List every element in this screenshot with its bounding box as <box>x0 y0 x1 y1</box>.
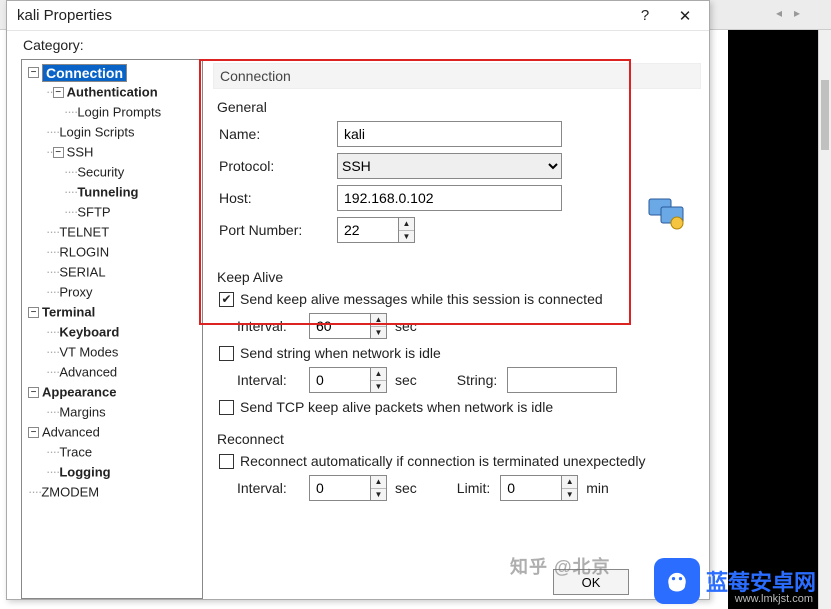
name-input[interactable] <box>337 121 562 147</box>
tree-ssh[interactable]: ··−SSH <box>22 142 202 162</box>
tree-connection[interactable]: −Connection <box>22 62 202 82</box>
reconnect-checkbox[interactable] <box>219 454 234 469</box>
window-title: kali Properties <box>17 7 625 24</box>
tree-sftp[interactable]: ····SFTP <box>22 202 202 222</box>
section-connection: Connection <box>213 63 701 89</box>
group-general: General <box>217 99 701 115</box>
spin-down-icon[interactable]: ▼ <box>399 231 414 243</box>
tree-serial[interactable]: ····SERIAL <box>22 262 202 282</box>
reconnect-interval-label: Interval: <box>219 480 309 496</box>
outer-scrollbar[interactable] <box>818 30 831 609</box>
tree-zmodem[interactable]: ····ZMODEM <box>22 482 202 502</box>
interval1-stepper[interactable]: ▲▼ <box>309 313 387 339</box>
content-pane: Connection General Name: Protocol: SSH H… <box>203 59 709 599</box>
protocol-label: Protocol: <box>219 158 337 174</box>
properties-dialog: kali Properties ? ✕ Category: −Connectio… <box>6 0 710 600</box>
string-label: String: <box>457 372 497 388</box>
tree-vtmodes[interactable]: ····VT Modes <box>22 342 202 362</box>
name-label: Name: <box>219 126 337 142</box>
tree-rlogin[interactable]: ····RLOGIN <box>22 242 202 262</box>
close-button[interactable]: ✕ <box>665 7 705 25</box>
port-label: Port Number: <box>219 222 337 238</box>
tree-login-prompts[interactable]: ····Login Prompts <box>22 102 202 122</box>
sendstring-label: Send string when network is idle <box>240 345 441 361</box>
port-stepper[interactable]: ▲▼ <box>337 217 415 243</box>
tree-appearance[interactable]: −Appearance <box>22 382 202 402</box>
tree-keyboard[interactable]: ····Keyboard <box>22 322 202 342</box>
spin-up-icon[interactable]: ▲ <box>399 218 414 231</box>
interval2-stepper[interactable]: ▲▼ <box>309 367 387 393</box>
brand-icon <box>654 558 700 604</box>
group-keepalive: Keep Alive <box>217 269 701 285</box>
sendstring-checkbox[interactable] <box>219 346 234 361</box>
interval1-label: Interval: <box>219 318 309 334</box>
tree-tunneling[interactable]: ····Tunneling <box>22 182 202 202</box>
session-icon <box>647 193 689 234</box>
tree-security[interactable]: ····Security <box>22 162 202 182</box>
reconnect-interval-stepper[interactable]: ▲▼ <box>309 475 387 501</box>
tcpkeepalive-label: Send TCP keep alive packets when network… <box>240 399 553 415</box>
tree-telnet[interactable]: ····TELNET <box>22 222 202 242</box>
reconnect-label: Reconnect automatically if connection is… <box>240 453 645 469</box>
tree-login-scripts[interactable]: ····Login Scripts <box>22 122 202 142</box>
limit-stepper[interactable]: ▲▼ <box>500 475 578 501</box>
interval2-label: Interval: <box>219 372 309 388</box>
tree-advanced-terminal[interactable]: ····Advanced <box>22 362 202 382</box>
tree-margins[interactable]: ····Margins <box>22 402 202 422</box>
host-input[interactable] <box>337 185 562 211</box>
tree-authentication[interactable]: ··−Authentication <box>22 82 202 102</box>
tree-trace[interactable]: ····Trace <box>22 442 202 462</box>
keepalive-label: Send keep alive messages while this sess… <box>240 291 603 307</box>
brand-url: www.lmkjst.com <box>735 593 813 605</box>
limit-label: Limit: <box>457 480 490 496</box>
category-label: Category: <box>7 31 709 59</box>
protocol-select[interactable]: SSH <box>337 153 562 179</box>
port-input[interactable] <box>338 218 398 242</box>
help-button[interactable]: ? <box>625 7 665 24</box>
group-reconnect: Reconnect <box>217 431 701 447</box>
tree-logging[interactable]: ····Logging <box>22 462 202 482</box>
tcpkeepalive-checkbox[interactable] <box>219 400 234 415</box>
keepalive-checkbox[interactable]: ✔ <box>219 292 234 307</box>
watermark-text: 知乎 @北京 <box>510 553 611 579</box>
tree-proxy[interactable]: ····Proxy <box>22 282 202 302</box>
category-tree[interactable]: −Connection ··−Authentication ····Login … <box>21 59 203 599</box>
tree-advanced[interactable]: −Advanced <box>22 422 202 442</box>
titlebar: kali Properties ? ✕ <box>7 1 709 31</box>
tree-terminal[interactable]: −Terminal <box>22 302 202 322</box>
string-input[interactable] <box>507 367 617 393</box>
host-label: Host: <box>219 190 337 206</box>
